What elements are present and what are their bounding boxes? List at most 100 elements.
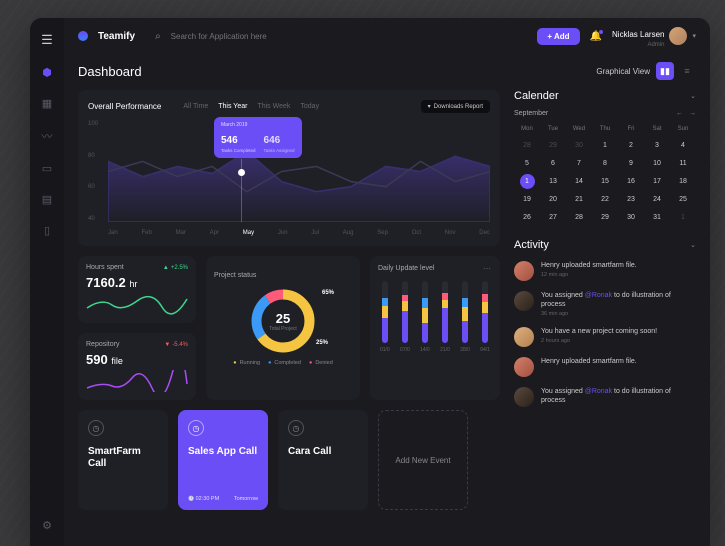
calendar-day[interactable]: 16 [618, 174, 644, 189]
calendar-day[interactable]: 1 [670, 210, 696, 225]
chevron-down-icon[interactable]: ⌄ [690, 92, 696, 100]
calendar-day[interactable]: 5 [514, 156, 540, 171]
calendar-day[interactable]: 10 [644, 156, 670, 171]
list-view-button[interactable]: ≡ [678, 62, 696, 80]
prev-month-icon[interactable]: ← [676, 110, 683, 117]
avatar [514, 327, 534, 347]
next-month-icon[interactable]: → [689, 110, 696, 117]
add-button[interactable]: + Add [537, 28, 579, 45]
calendar-day[interactable]: 28 [514, 138, 540, 153]
add-event-button[interactable]: Add New Event [378, 410, 468, 510]
title-bar: Dashboard Graphical View ▮▮ ≡ [64, 54, 710, 90]
chart-tooltip: March 2019 546Tasks Completed 646Tasks A… [214, 117, 302, 158]
perf-tab[interactable]: All Time [183, 103, 208, 110]
avatar [514, 261, 534, 281]
doc-icon[interactable]: ▦ [42, 97, 52, 110]
calendar-day[interactable]: 20 [540, 192, 566, 207]
chevron-down-icon[interactable]: ⌄ [690, 241, 696, 249]
calendar-day[interactable]: 23 [618, 192, 644, 207]
up-arrow-icon: ▲ +2.5% [163, 265, 188, 271]
chevron-down-icon: ▾ [692, 32, 696, 40]
calendar-day[interactable]: 9 [618, 156, 644, 171]
event-card[interactable]: ◷Cara Call [278, 410, 368, 510]
calendar-day[interactable]: 29 [540, 138, 566, 153]
perf-tab[interactable]: This Year [218, 103, 247, 110]
user-name: Nicklas Larsen [612, 30, 664, 39]
calendar-day[interactable]: 3 [644, 138, 670, 153]
avatar [514, 291, 534, 311]
activity-item: You assigned @Ronak to do illustration o… [514, 387, 696, 407]
user-menu[interactable]: Nicklas Larsen Admin ▾ [612, 24, 696, 48]
down-arrow-icon: ▼ -5.4% [164, 342, 188, 348]
perf-tab[interactable]: This Week [257, 103, 290, 110]
activity-item: You assigned @Ronak to do illustration o… [514, 291, 696, 317]
calendar-day[interactable]: 14 [566, 174, 592, 189]
calendar-day[interactable]: 27 [540, 210, 566, 225]
clock-icon: ◷ [288, 420, 304, 436]
calendar-day[interactable]: 4 [670, 138, 696, 153]
event-card[interactable]: ◷SmartFarm Call [78, 410, 168, 510]
calendar-day[interactable]: 17 [644, 174, 670, 189]
calendar-day[interactable]: 13 [540, 174, 566, 189]
page-title: Dashboard [78, 64, 142, 79]
calendar-day[interactable]: 6 [540, 156, 566, 171]
settings-icon[interactable]: ⚙ [42, 519, 52, 532]
calendar-day[interactable]: 8 [592, 156, 618, 171]
search-input[interactable] [171, 32, 311, 41]
clock-icon: ◷ [188, 420, 204, 436]
activity-title: Activity [514, 239, 549, 251]
calendar-day[interactable]: 21 [566, 192, 592, 207]
view-label: Graphical View [596, 67, 650, 76]
logo-icon [78, 31, 88, 41]
repository-card: Repository ▼ -5.4% 590 file [78, 333, 196, 400]
bell-icon[interactable]: 🔔 [590, 31, 602, 42]
home-icon[interactable]: ⬢ [42, 66, 52, 79]
calendar-day[interactable]: 11 [670, 156, 696, 171]
calendar-day[interactable]: 26 [514, 210, 540, 225]
perf-tab[interactable]: Today [300, 103, 319, 110]
clock-icon: ◷ [88, 420, 104, 436]
user-role: Admin [612, 42, 664, 48]
calendar-day[interactable]: 30 [618, 210, 644, 225]
brand-name: Teamify [98, 31, 135, 42]
calendar-day[interactable]: 30 [566, 138, 592, 153]
topbar: Teamify ⌕ + Add 🔔 Nicklas Larsen Admin ▾ [64, 18, 710, 54]
calendar-day[interactable]: 29 [592, 210, 618, 225]
calendar-day[interactable]: 22 [592, 192, 618, 207]
calendar-day[interactable]: 19 [514, 192, 540, 207]
daily-update-card: Daily Update level ⋯ 01/007/014/021/028/… [370, 256, 500, 400]
avatar [669, 27, 687, 45]
perf-title: Overall Performance [88, 102, 161, 111]
calendar-day[interactable]: 25 [670, 192, 696, 207]
activity-item: You have a new project coming soon!2 hou… [514, 327, 696, 347]
calendar-day[interactable]: 1 [520, 174, 535, 189]
calendar-day[interactable]: 1 [592, 138, 618, 153]
avatar [514, 357, 534, 377]
avatar [514, 387, 534, 407]
chart-view-button[interactable]: ▮▮ [656, 62, 674, 80]
calendar-day[interactable]: 15 [592, 174, 618, 189]
calendar-day[interactable]: 18 [670, 174, 696, 189]
calendar-day[interactable]: 2 [618, 138, 644, 153]
calendar-day[interactable]: 7 [566, 156, 592, 171]
calendar-icon[interactable]: ▤ [42, 193, 52, 206]
pulse-icon[interactable]: 〰 [42, 128, 53, 144]
calendar-day[interactable]: 24 [644, 192, 670, 207]
event-card[interactable]: ◷Sales App Call02:30 PMTomorrow [178, 410, 268, 510]
main-area: Teamify ⌕ + Add 🔔 Nicklas Larsen Admin ▾… [64, 18, 710, 546]
sidebar-rail: ☰ ⬢ ▦ 〰 ▭ ▤ ▯ ⚙ [30, 18, 64, 546]
download-report-button[interactable]: ▾Downloads Report [421, 100, 490, 113]
menu-icon[interactable]: ☰ [41, 32, 53, 48]
calendar-title: Calender [514, 90, 559, 102]
chart-cursor-dot [238, 169, 245, 176]
search-icon[interactable]: ⌕ [155, 31, 161, 42]
activity-item: Henry uploaded smartfarm file.12 min ago [514, 261, 696, 281]
hours-card: Hours spent ▲ +2.5% 7160.2 hr [78, 256, 196, 323]
more-icon[interactable]: ⋯ [483, 264, 492, 273]
project-status-card: Project status 25 Total Project 65% 25% … [206, 256, 360, 400]
bookmark-icon[interactable]: ▯ [44, 224, 50, 237]
calendar-day[interactable]: 31 [644, 210, 670, 225]
performance-chart: 100806040 March 2019 546Tasks Completed … [88, 121, 490, 236]
calendar-day[interactable]: 28 [566, 210, 592, 225]
folder-icon[interactable]: ▭ [42, 162, 52, 175]
